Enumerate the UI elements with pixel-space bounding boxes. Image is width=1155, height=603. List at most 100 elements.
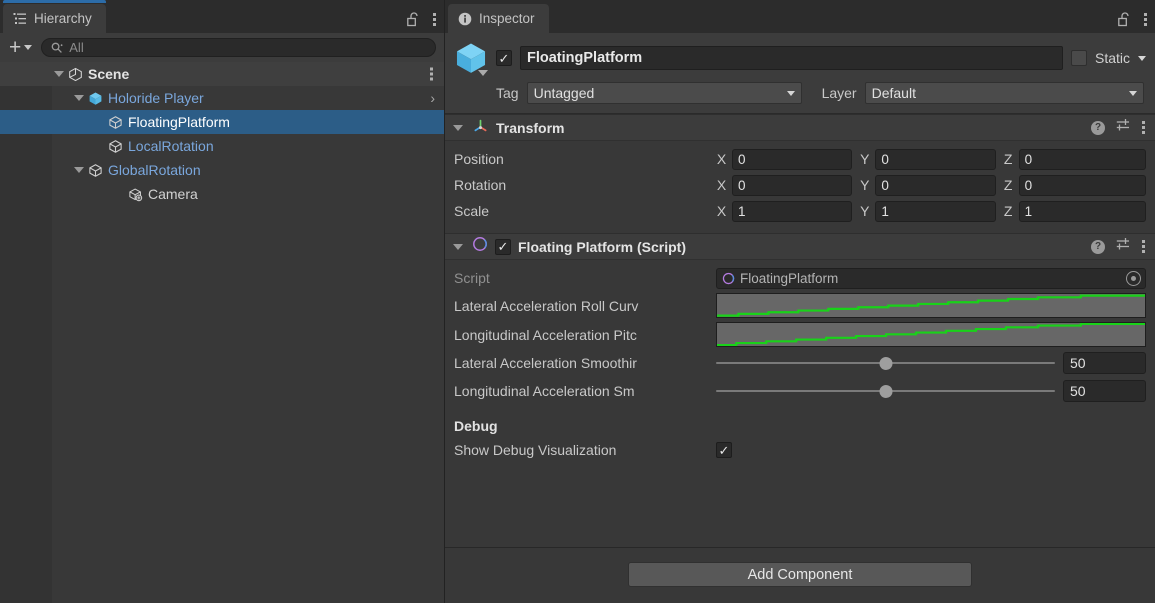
component-title: Floating Platform (Script) xyxy=(518,239,1084,255)
rotation-z-input[interactable]: 0 xyxy=(1019,175,1146,196)
tab-hierarchy[interactable]: Hierarchy xyxy=(3,4,106,33)
scale-x-value: 1 xyxy=(738,204,746,219)
longitudinal-acceleration-pitch-curve-field[interactable] xyxy=(716,322,1146,347)
script-object-field[interactable]: FloatingPlatform xyxy=(716,268,1146,289)
object-picker-icon[interactable] xyxy=(1126,271,1141,286)
slider-handle[interactable] xyxy=(879,357,892,370)
tag-value: Untagged xyxy=(534,85,595,101)
lateral-acceleration-smoothing-slider[interactable] xyxy=(716,353,1055,373)
scale-y-input[interactable]: 1 xyxy=(875,201,995,222)
inspector-panel: Inspector xyxy=(445,0,1155,603)
tag-dropdown[interactable]: Untagged xyxy=(527,82,802,104)
scene-kebab-menu-icon[interactable] xyxy=(430,68,434,81)
add-component-button[interactable]: Add Component xyxy=(628,562,972,587)
rotation-y-input[interactable]: 0 xyxy=(875,175,995,196)
unlocked-padlock-icon[interactable] xyxy=(1118,12,1131,27)
foldout-transform[interactable] xyxy=(451,125,465,131)
lateral-acceleration-roll-curve-field[interactable] xyxy=(716,293,1146,318)
gameobject-cube-icon xyxy=(106,139,124,154)
axis-label-x: X xyxy=(716,177,727,193)
scale-z-input[interactable]: 1 xyxy=(1019,201,1146,222)
property-row-lateral-smoothing: Lateral Acceleration Smoothir 50 xyxy=(454,350,1146,376)
hierarchy-row-holoride-player[interactable]: Holoride Player › xyxy=(0,86,444,110)
preset-settings-icon[interactable] xyxy=(1116,118,1131,137)
enter-prefab-chevron-icon[interactable]: › xyxy=(430,90,435,106)
chevron-down-icon xyxy=(1129,91,1137,96)
inspector-tabbar: Inspector xyxy=(445,0,1155,33)
axis-label-z: Z xyxy=(1003,203,1014,219)
chevron-down-icon xyxy=(24,45,32,50)
property-row-rotation: Rotation X 0 Y 0 Z 0 xyxy=(454,173,1146,197)
hierarchy-list-icon xyxy=(13,12,27,26)
help-icon[interactable]: ? xyxy=(1091,121,1105,135)
foldout-scene[interactable] xyxy=(52,71,66,77)
longitudinal-acceleration-smoothing-input[interactable]: 50 xyxy=(1063,380,1146,402)
foldout-holoride-player[interactable] xyxy=(72,95,86,101)
axis-label-y: Y xyxy=(859,203,870,219)
gameobject-enabled-checkbox[interactable]: ✓ xyxy=(496,50,512,66)
inspector-spacer xyxy=(445,470,1155,547)
unlocked-padlock-icon[interactable] xyxy=(407,12,420,27)
script-value: FloatingPlatform xyxy=(740,271,1121,286)
unity-scene-icon xyxy=(66,67,84,82)
scale-z-value: 1 xyxy=(1025,204,1033,219)
layer-dropdown[interactable]: Default xyxy=(865,82,1144,104)
scale-x-input[interactable]: 1 xyxy=(732,201,852,222)
transform-body: Position X 0 Y 0 Z 0 Rotation X 0 Y xyxy=(445,141,1155,233)
hierarchy-search-input[interactable]: All xyxy=(41,38,436,57)
hierarchy-row-camera[interactable]: Camera xyxy=(0,182,444,206)
component-kebab-menu-icon[interactable] xyxy=(1142,121,1146,134)
position-z-value: 0 xyxy=(1025,152,1033,167)
tab-inspector[interactable]: Inspector xyxy=(448,4,549,33)
animation-curve-graph xyxy=(717,323,1145,346)
static-checkbox[interactable] xyxy=(1071,50,1087,66)
hierarchy-row-floatingplatform[interactable]: FloatingPlatform xyxy=(0,110,444,134)
hierarchy-row-label: Holoride Player xyxy=(108,90,204,106)
component-header-transform[interactable]: Transform ? xyxy=(445,114,1155,141)
foldout-floating-platform[interactable] xyxy=(451,244,465,250)
property-row-lateral-roll-curve: Lateral Acceleration Roll Curv xyxy=(454,292,1146,319)
script-circle-icon xyxy=(472,236,488,257)
gameobject-cube-icon xyxy=(106,115,124,130)
static-dropdown-icon[interactable] xyxy=(1138,56,1146,61)
property-label: Rotation xyxy=(454,177,716,193)
component-kebab-menu-icon[interactable] xyxy=(1142,240,1146,253)
position-z-input[interactable]: 0 xyxy=(1019,149,1146,170)
component-enabled-checkbox[interactable]: ✓ xyxy=(495,239,511,255)
property-label: Show Debug Visualization xyxy=(454,442,716,458)
hierarchy-row-globalrotation[interactable]: GlobalRotation xyxy=(0,158,444,182)
position-y-input[interactable]: 0 xyxy=(875,149,995,170)
preset-settings-icon[interactable] xyxy=(1116,237,1131,256)
help-icon[interactable]: ? xyxy=(1091,240,1105,254)
gameobject-cube-icon xyxy=(86,163,104,178)
scale-y-value: 1 xyxy=(881,204,889,219)
property-label: Scale xyxy=(454,203,716,219)
property-row-show-debug-visualization: Show Debug Visualization ✓ xyxy=(454,438,1146,462)
property-label: Lateral Acceleration Smoothir xyxy=(454,355,716,371)
create-gameobject-button[interactable]: + xyxy=(6,40,35,56)
slider-handle[interactable] xyxy=(879,385,892,398)
hierarchy-row-label: Scene xyxy=(88,66,129,82)
floating-platform-body: Script FloatingPlatform Lateral Accelera… xyxy=(445,260,1155,470)
gameobject-name-input[interactable]: FloatingPlatform xyxy=(520,46,1063,70)
position-x-input[interactable]: 0 xyxy=(732,149,852,170)
rotation-x-input[interactable]: 0 xyxy=(732,175,852,196)
prefab-dropdown-icon[interactable] xyxy=(478,70,488,76)
inspector-kebab-menu-icon[interactable] xyxy=(1143,13,1147,26)
hierarchy-kebab-menu-icon[interactable] xyxy=(432,13,436,26)
hierarchy-search-placeholder: All xyxy=(69,40,83,55)
hierarchy-row-scene[interactable]: Scene xyxy=(0,62,444,86)
hierarchy-row-localrotation[interactable]: LocalRotation xyxy=(0,134,444,158)
lateral-acceleration-smoothing-input[interactable]: 50 xyxy=(1063,352,1146,374)
longitudinal-acceleration-smoothing-slider[interactable] xyxy=(716,381,1055,401)
property-label: Position xyxy=(454,151,716,167)
show-debug-visualization-checkbox[interactable]: ✓ xyxy=(716,442,732,458)
gameobject-prefab-icon[interactable] xyxy=(454,41,488,75)
component-header-floating-platform[interactable]: ✓ Floating Platform (Script) ? xyxy=(445,233,1155,260)
layer-value: Default xyxy=(872,85,916,101)
foldout-globalrotation[interactable] xyxy=(72,167,86,173)
property-label: Script xyxy=(454,270,716,286)
debug-section-heading: Debug xyxy=(454,418,1146,434)
transform-axis-icon xyxy=(472,117,489,139)
hierarchy-row-label: Camera xyxy=(148,186,198,202)
